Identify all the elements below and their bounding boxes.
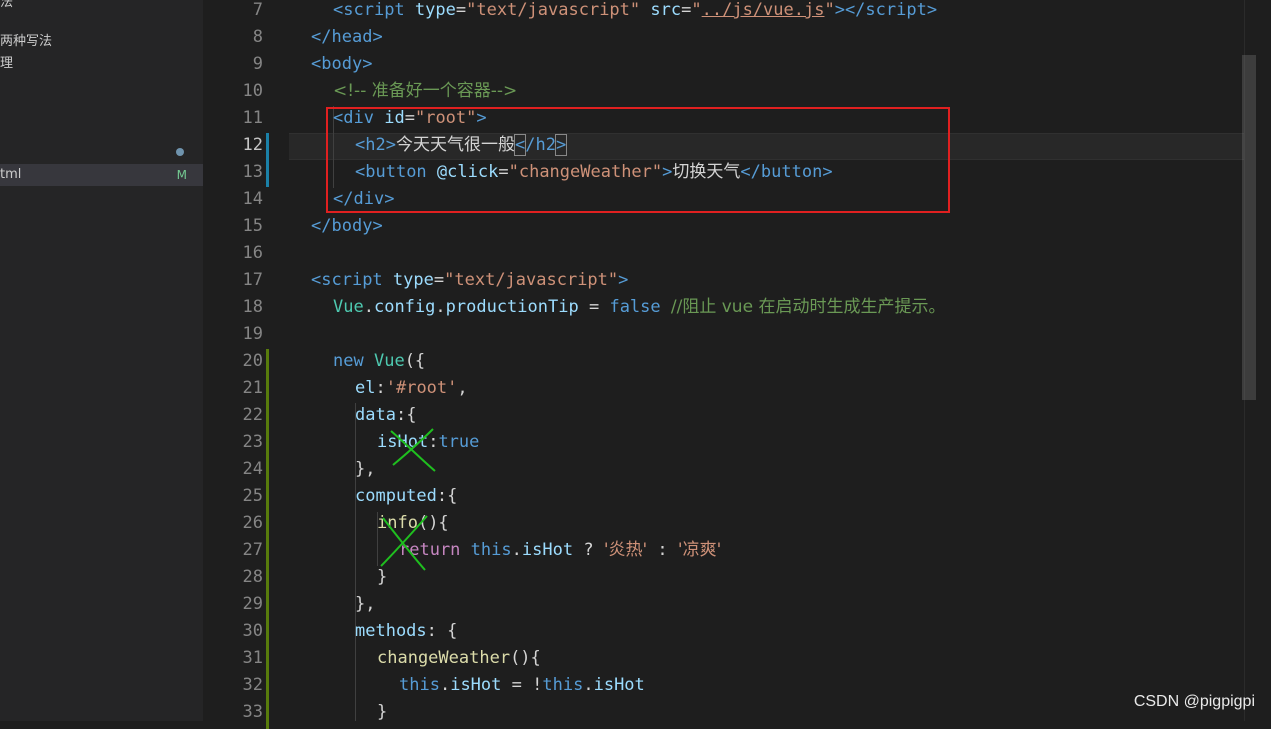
- line-number: 28: [242, 567, 263, 587]
- line-number: 26: [242, 513, 263, 533]
- line-number: 11: [242, 108, 263, 128]
- line-number: 9: [252, 54, 263, 74]
- explorer-item-label: tml: [0, 167, 22, 182]
- code-line-18: Vue.config.productionTip = false //阻止 vu…: [333, 297, 946, 317]
- explorer-item-label: 两种写法: [0, 34, 53, 49]
- line-number: 30: [242, 621, 263, 641]
- explorer-sidebar: 法 两种写法 理 tml M: [0, 0, 203, 721]
- line-number: 25: [242, 486, 263, 506]
- code-line-8: </head>: [311, 27, 383, 47]
- watermark: CSDN @pigpigpi: [1133, 693, 1255, 710]
- line-number: 18: [242, 297, 263, 317]
- line-number: 22: [242, 405, 263, 425]
- code-line-15: </body>: [311, 216, 383, 236]
- code-line-29: },: [355, 594, 376, 614]
- line-number: 7: [252, 0, 263, 20]
- line-number: 10: [242, 81, 263, 101]
- explorer-item-label: 理: [0, 56, 14, 71]
- explorer-item-active-file[interactable]: tml M: [0, 164, 203, 186]
- unsaved-dot-icon: [176, 148, 184, 156]
- line-number: 16: [242, 243, 263, 263]
- code-line-10: <!-- 准备好一个容器-->: [333, 81, 518, 101]
- line-number: 32: [242, 675, 263, 695]
- line-number: 29: [242, 594, 263, 614]
- line-number: 21: [242, 378, 263, 398]
- code-line-33: }: [377, 702, 388, 722]
- cross-mark-icon: [380, 515, 428, 571]
- code-line-31: changeWeather(){: [377, 648, 541, 668]
- line-number: 31: [242, 648, 263, 668]
- line-number: 27: [242, 540, 263, 560]
- code-line-20: new Vue({: [333, 351, 426, 371]
- explorer-item[interactable]: 两种写法: [0, 31, 52, 53]
- line-number: 15: [242, 216, 263, 236]
- code-line-17: <script type="text/javascript">: [311, 270, 629, 290]
- code-line-32: this.isHot = !this.isHot: [399, 675, 645, 695]
- explorer-item[interactable]: 法: [0, 0, 13, 14]
- line-number: 23: [242, 432, 263, 452]
- vertical-scrollbar-thumb[interactable]: [1242, 55, 1256, 400]
- code-line-30: methods: {: [355, 621, 458, 641]
- git-modified-badge: M: [176, 168, 187, 182]
- explorer-item[interactable]: 理: [0, 53, 13, 75]
- git-modified-bar: [266, 133, 269, 187]
- line-number: 20: [242, 351, 263, 371]
- line-number-gutter: 7 8 9 10 11 12 13 14 15 16 17 18 19 20 21 22 23 24 25 26 27 2…: [203, 0, 289, 729]
- indent-guide: [355, 403, 356, 721]
- line-number: 17: [242, 270, 263, 290]
- annotation-highlight-box: [326, 107, 950, 213]
- code-line-25: computed:{: [355, 486, 458, 506]
- line-number: 24: [242, 459, 263, 479]
- line-number: 12: [242, 135, 263, 155]
- cross-mark-icon: [390, 428, 436, 472]
- code-line-7: <script type="text/javascript" src="../j…: [333, 0, 938, 20]
- code-line-24: },: [355, 459, 376, 479]
- line-number: 8: [252, 27, 263, 47]
- line-number: 19: [242, 324, 263, 344]
- code-line-21: el:'#root',: [355, 378, 468, 398]
- line-number: 13: [242, 162, 263, 182]
- line-number: 33: [242, 702, 263, 722]
- code-line-9: <body>: [311, 54, 373, 74]
- code-line-27: return this.isHot ? '炎热' : '凉爽': [399, 540, 722, 560]
- line-number: 14: [242, 189, 263, 209]
- git-added-bar: [266, 349, 269, 729]
- explorer-item-label: 法: [0, 0, 14, 10]
